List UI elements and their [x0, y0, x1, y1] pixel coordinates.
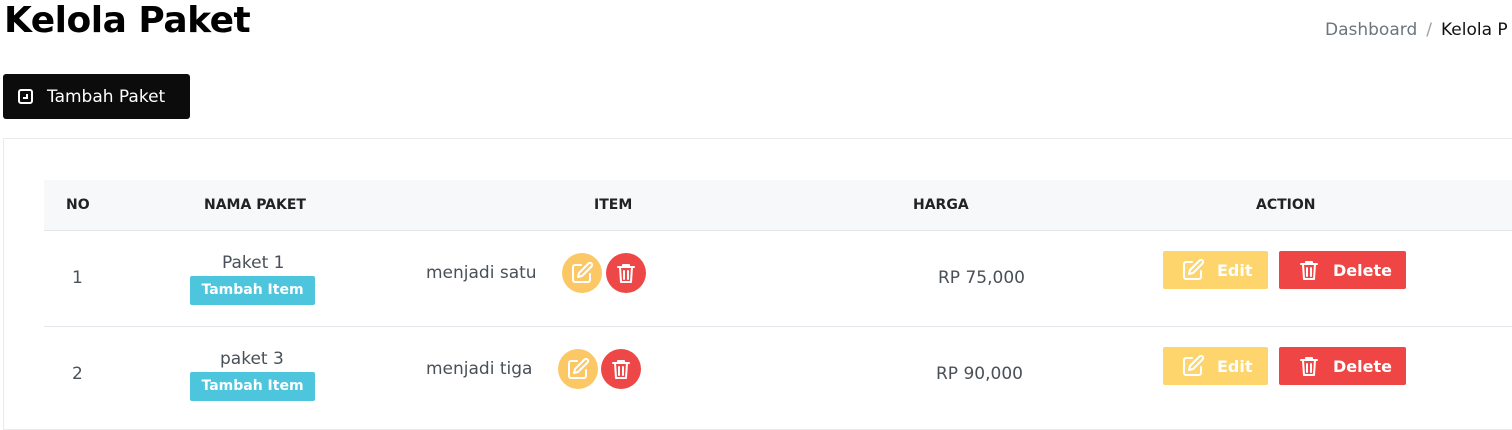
pencil-square-icon	[568, 357, 590, 379]
edit-label: Edit	[1217, 260, 1253, 280]
package-price: RP 90,000	[936, 364, 1023, 384]
delete-package-button[interactable]: Delete	[1279, 251, 1406, 289]
edit-package-button[interactable]: Edit	[1163, 251, 1268, 289]
add-package-label: Tambah Paket	[47, 86, 166, 107]
package-name: paket 3	[220, 349, 284, 369]
add-package-button[interactable]: Tambah Paket	[3, 74, 190, 119]
delete-package-button[interactable]: Delete	[1279, 347, 1406, 385]
breadcrumb: Dashboard / Kelola P	[1325, 20, 1508, 40]
trash-icon	[1300, 357, 1318, 376]
edit-package-button[interactable]: Edit	[1163, 347, 1268, 385]
package-name: Paket 1	[222, 253, 285, 273]
pencil-square-icon	[1183, 354, 1205, 376]
column-header-action: ACTION	[1256, 197, 1316, 213]
column-header-item: ITEM	[594, 197, 633, 213]
trash-icon	[1300, 261, 1318, 280]
breadcrumb-current: Kelola P	[1440, 20, 1508, 40]
delete-label: Delete	[1333, 356, 1392, 376]
column-header-no: NO	[66, 197, 90, 213]
plus-square-icon	[18, 89, 33, 104]
row-number: 1	[72, 268, 83, 288]
trash-icon	[612, 360, 630, 379]
column-header-name: NAMA PAKET	[204, 197, 306, 213]
item-name: menjadi satu	[426, 263, 537, 283]
add-item-button[interactable]: Tambah Item	[190, 276, 315, 305]
delete-item-button[interactable]	[606, 253, 646, 293]
table-header: NO NAMA PAKET ITEM HARGA ACTION	[44, 180, 1512, 231]
row-number: 2	[72, 364, 83, 384]
pencil-square-icon	[1183, 258, 1205, 280]
edit-item-button[interactable]	[562, 253, 602, 293]
add-item-button[interactable]: Tambah Item	[190, 372, 315, 401]
breadcrumb-separator: /	[1426, 20, 1432, 40]
column-header-price: HARGA	[913, 197, 969, 213]
package-price: RP 75,000	[938, 268, 1025, 288]
trash-icon	[617, 264, 635, 283]
pencil-square-icon	[572, 261, 594, 283]
breadcrumb-home-link[interactable]: Dashboard	[1325, 20, 1417, 40]
page-title: Kelola Paket	[4, 0, 251, 41]
edit-label: Edit	[1217, 356, 1253, 376]
item-name: menjadi tiga	[426, 359, 533, 379]
delete-item-button[interactable]	[601, 349, 641, 389]
edit-item-button[interactable]	[558, 349, 598, 389]
delete-label: Delete	[1333, 260, 1392, 280]
row-divider	[44, 326, 1512, 327]
